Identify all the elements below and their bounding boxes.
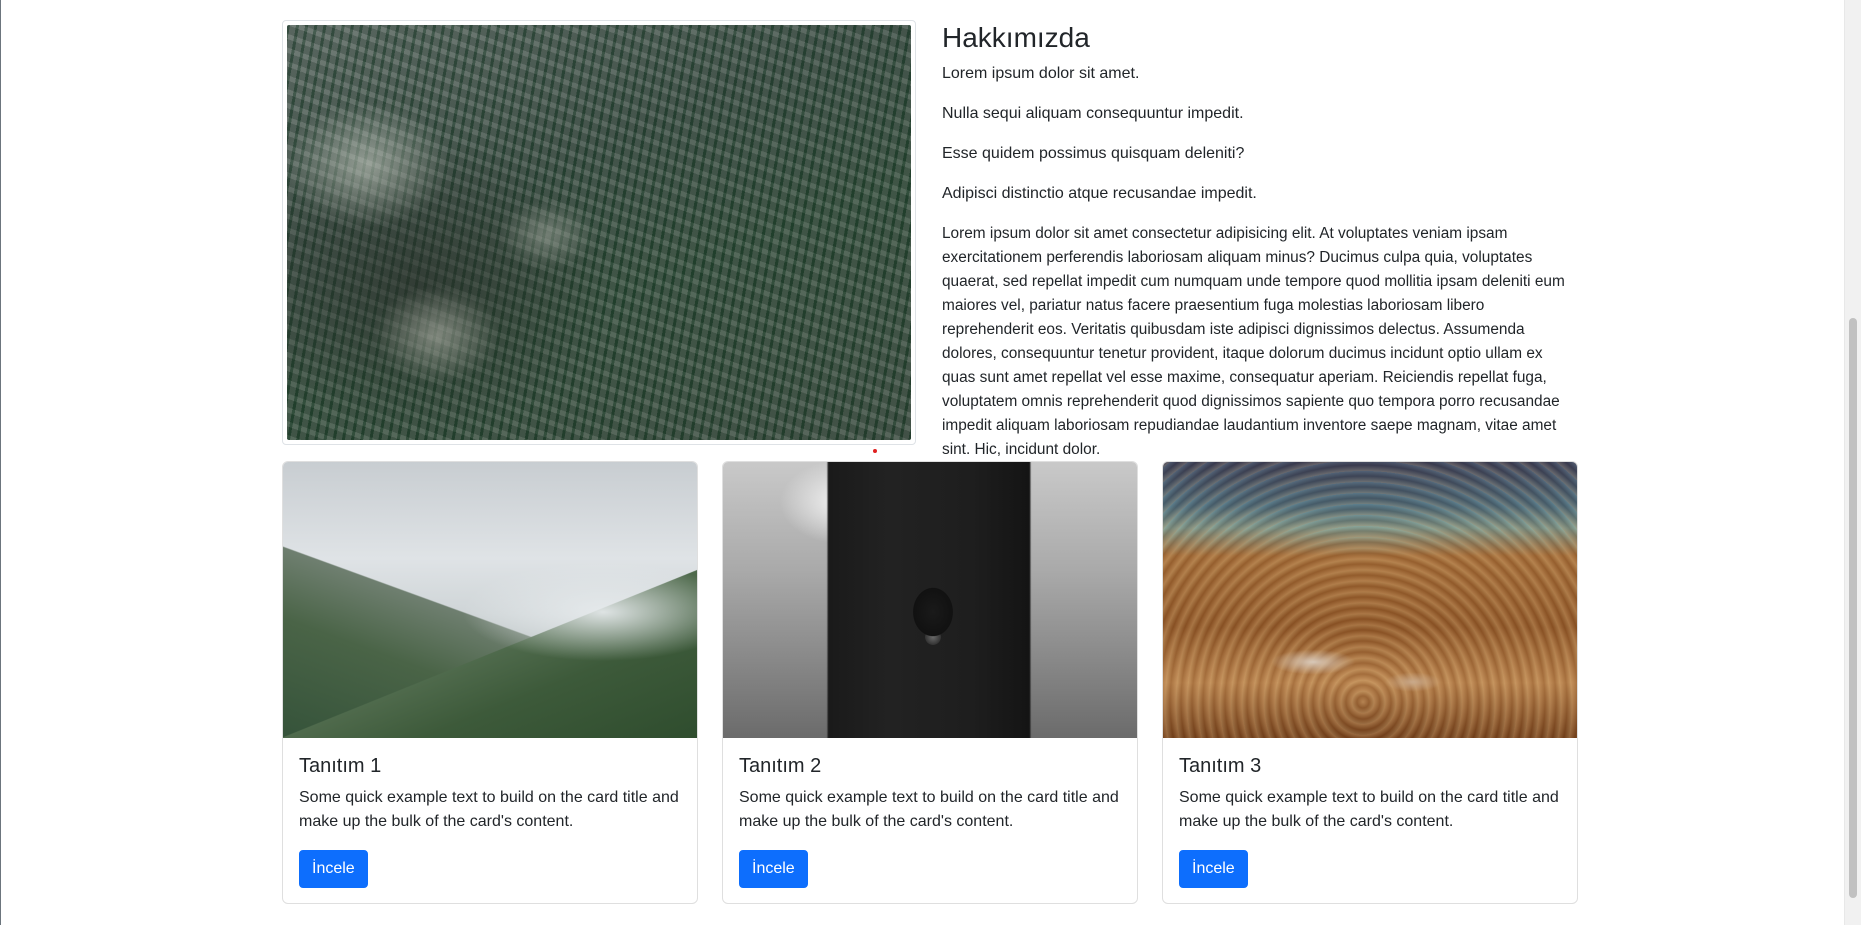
camera-photographer-image [723,462,1137,738]
incele-button-1[interactable]: İncele [299,850,368,888]
incele-button-3[interactable]: İncele [1179,850,1248,888]
card-text: Some quick example text to build on the … [299,789,679,830]
card-title: Tanıtım 2 [739,755,822,777]
about-title: Hakkımızda [942,22,1090,53]
mountain-image [283,462,697,738]
page-viewport: Hakkımızda Lorem ipsum dolor sit amet. N… [0,0,1861,925]
card-body: Tanıtım 1 Some quick example text to bui… [283,738,697,903]
card-1: Tanıtım 1 Some quick example text to bui… [282,461,698,904]
card-2: Tanıtım 2 Some quick example text to bui… [722,461,1138,904]
card-text: Some quick example text to build on the … [739,789,1119,830]
about-image-thumbnail [282,20,916,445]
card-body: Tanıtım 3 Some quick example text to bui… [1163,738,1577,903]
vertical-scrollbar[interactable] [1844,0,1861,925]
about-paragraph: Nulla sequi aliquam consequuntur impedit… [942,105,1244,122]
scrollbar-thumb[interactable] [1849,318,1857,898]
about-paragraph: Esse quidem possimus quisquam deleniti? [942,145,1245,162]
card-title: Tanıtım 3 [1179,755,1262,777]
card-text: Some quick example text to build on the … [1179,789,1559,830]
main-container: Hakkımızda Lorem ipsum dolor sit amet. N… [282,0,1578,925]
card-row: Tanıtım 1 Some quick example text to bui… [282,461,1578,904]
seashell-beach-image [1163,462,1577,738]
incele-button-2[interactable]: İncele [739,850,808,888]
forest-hillside-image [287,25,911,440]
card-body: Tanıtım 2 Some quick example text to bui… [723,738,1137,903]
card-title: Tanıtım 1 [299,755,382,777]
about-paragraph: Adipisci distinctio atque recusandae imp… [942,185,1257,202]
about-long-paragraph: Lorem ipsum dolor sit amet consectetur a… [942,225,1565,458]
about-paragraph: Lorem ipsum dolor sit amet. [942,65,1140,82]
red-dot-marker [873,449,877,453]
about-section: Hakkımızda Lorem ipsum dolor sit amet. N… [942,20,1578,478]
card-3: Tanıtım 3 Some quick example text to bui… [1162,461,1578,904]
